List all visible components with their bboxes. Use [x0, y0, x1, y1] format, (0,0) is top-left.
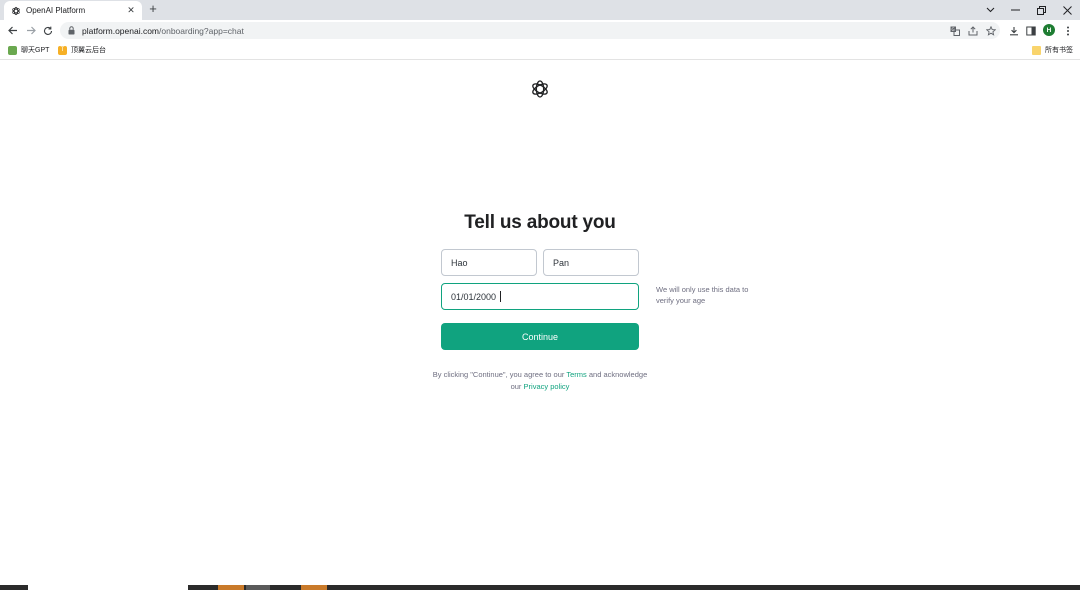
restore-icon[interactable] — [1029, 0, 1053, 20]
bookmark-label: 聊天GPT — [21, 47, 50, 54]
tab-title: OpenAI Platform — [26, 6, 86, 15]
taskbar-app-icon[interactable] — [218, 585, 244, 590]
browser-tab-openai-platform[interactable]: OpenAI Platform ✕ — [4, 1, 142, 20]
legal-prefix: By clicking "Continue", you agree to our — [432, 370, 565, 379]
privacy-policy-link[interactable]: Privacy policy — [524, 382, 570, 391]
chat-bookmark-icon — [8, 45, 17, 55]
close-window-icon[interactable] — [1055, 0, 1079, 20]
tab-search-chevron-icon[interactable] — [978, 0, 1002, 20]
first-name-field[interactable] — [441, 249, 537, 276]
profile-avatar[interactable]: H — [1043, 24, 1055, 36]
kebab-menu-icon[interactable] — [1062, 24, 1074, 37]
bookmark-admin[interactable]: T 顶翼云后台 — [58, 45, 106, 55]
text-caret — [500, 291, 501, 302]
side-panel-icon[interactable] — [1025, 24, 1037, 37]
legal-notice: By clicking "Continue", you agree to our… — [430, 369, 650, 392]
taskbar-app-icon[interactable] — [246, 585, 270, 590]
url-path: /onboarding?app=chat — [159, 25, 244, 36]
bookmark-chatgpt[interactable]: 聊天GPT — [8, 45, 49, 55]
bookmark-label: 顶翼云后台 — [71, 47, 106, 54]
all-bookmarks-label: 所有书签 — [1045, 47, 1073, 54]
terms-link[interactable]: Terms — [566, 370, 586, 379]
url-host: platform.openai.com — [82, 25, 160, 36]
back-arrow-icon[interactable] — [6, 23, 20, 38]
birthday-hint: We will only use this data to verify you… — [656, 285, 749, 305]
close-tab-icon[interactable]: ✕ — [126, 5, 136, 16]
page-title: Tell us about you — [464, 212, 616, 233]
address-bar[interactable]: platform.openai.com/onboarding?app=chat — [60, 22, 1000, 39]
download-icon[interactable] — [1008, 24, 1020, 37]
translate-icon[interactable]: G — [949, 24, 961, 37]
bookmarks-bar — [0, 41, 1080, 60]
share-icon[interactable] — [967, 24, 979, 37]
folder-icon — [1032, 45, 1041, 55]
forward-arrow-icon[interactable] — [24, 23, 38, 38]
openai-logo-icon — [10, 5, 21, 16]
tab-strip — [0, 0, 1080, 20]
star-icon[interactable] — [985, 24, 997, 37]
taskbar-app-icon[interactable] — [301, 585, 327, 590]
new-tab-icon[interactable]: + — [147, 2, 159, 16]
continue-button[interactable]: Continue — [441, 323, 639, 350]
minimize-icon[interactable] — [1003, 0, 1027, 20]
admin-bookmark-icon: T — [58, 45, 67, 55]
openai-logo-icon — [530, 79, 550, 99]
last-name-field[interactable] — [543, 249, 639, 276]
birthday-field[interactable] — [441, 283, 639, 310]
all-bookmarks[interactable]: 所有书签 — [1032, 45, 1073, 55]
reload-icon[interactable] — [41, 23, 55, 38]
taskbar-search-box[interactable] — [28, 585, 188, 590]
svg-text:G: G — [952, 26, 955, 31]
lock-icon[interactable] — [68, 26, 76, 35]
